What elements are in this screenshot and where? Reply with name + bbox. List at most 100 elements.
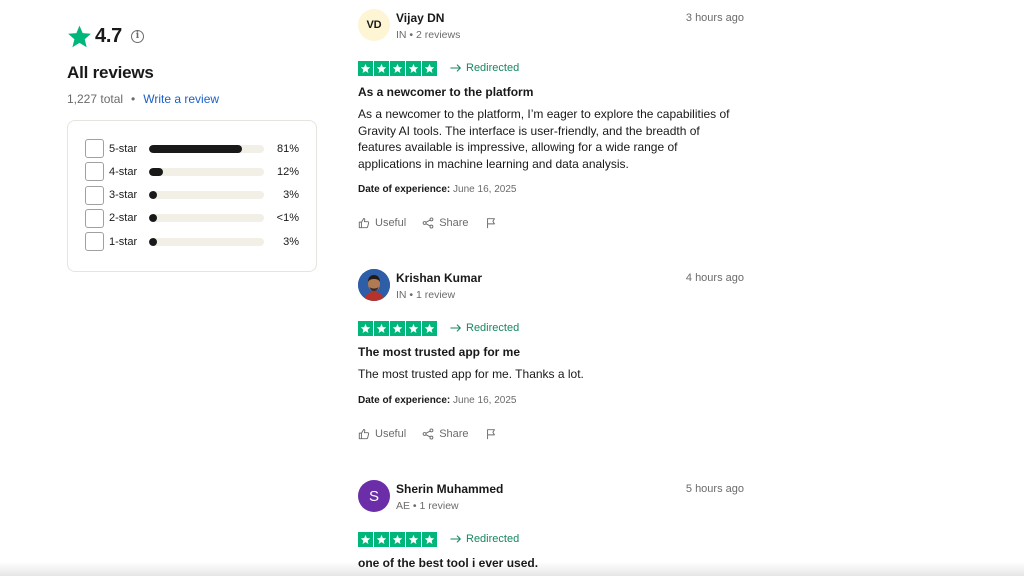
useful-label: Useful [375,427,407,440]
doe-label: Date of experience: [358,184,451,195]
review-time: 5 hours ago [685,483,744,495]
reviewer-name[interactable]: Sherin Muhammed [396,482,503,496]
flag-icon [486,218,495,229]
useful-label: Useful [375,217,407,229]
star-label: 5-star [109,142,138,155]
review-header: VD Vijay DN IN • 2 reviews 3 hours ago [358,9,744,49]
bar-track [149,167,264,176]
share-button[interactable]: Share [422,217,469,229]
rating-star-icon [422,60,437,76]
rating-star-icon [406,60,421,76]
rating-star-icon [374,60,389,76]
separator-dot: • [131,92,136,106]
rating-star-icon [406,320,421,336]
rating-star-icon [390,320,405,336]
rating-star-icon [406,531,421,547]
filter-checkbox-1-star[interactable] [85,232,104,252]
share-button[interactable]: Share [422,427,469,440]
filter-checkbox-4-star[interactable] [85,162,104,182]
share-icon [422,217,434,229]
star-rating [358,531,437,547]
star-percent: 12% [276,165,299,178]
redirect-arrow-icon [450,324,461,332]
score-row: 4.7 i [67,22,319,50]
doe-value: June 16, 2025 [453,394,517,406]
rating-row: Redirected [358,531,744,547]
reviewer-name[interactable]: Vijay DN [396,11,444,25]
review-body: As a newcomer to the platform, I’m eager… [358,107,730,171]
redirected-label[interactable]: Redirected [450,533,519,545]
filter-checkbox-2-star[interactable] [85,208,104,228]
review-time: 3 hours ago [685,12,744,24]
distribution-row-1-star[interactable]: 1-star 3% [85,232,299,252]
filter-checkbox-3-star[interactable] [85,185,104,205]
reviewer-name[interactable]: Krishan Kumar [396,271,482,285]
star-percent: 81% [276,142,299,155]
rating-star-icon [390,60,405,76]
review-card: S Sherin Muhammed AE • 1 review 5 hours … [358,480,744,570]
info-icon[interactable]: i [130,29,144,43]
star-label: 4-star [109,165,138,178]
star-label: 2-star [109,212,138,225]
rating-star-icon [374,320,389,336]
bottom-shadow [0,562,1024,576]
overall-rating: 4.7 [95,24,122,47]
distribution-row-5-star[interactable]: 5-star 81% [85,139,299,158]
rating-star-icon [358,531,373,547]
bar-fill [149,167,163,176]
distribution-row-3-star[interactable]: 3-star 3% [85,185,299,205]
share-icon [422,427,434,440]
write-review-link[interactable]: Write a review [143,92,219,106]
useful-button[interactable]: Useful [358,428,406,440]
report-button[interactable] [485,428,502,440]
avatar[interactable]: VD [358,9,390,41]
avatar[interactable]: S [358,480,390,512]
star-percent: <1% [276,212,299,225]
rating-star-icon [422,531,437,547]
distribution-row-4-star[interactable]: 4-star 12% [85,162,299,182]
star-rating [358,320,437,336]
review-title[interactable]: As a newcomer to the platform [358,85,744,99]
redirect-arrow-icon [450,64,461,72]
flag-icon [486,428,495,439]
rating-star-icon [358,320,373,336]
review-header: S Sherin Muhammed AE • 1 review 5 hours … [358,480,744,520]
star-percent: 3% [283,189,299,202]
review-header: Krishan Kumar IN • 1 review 4 hours ago [358,269,744,309]
share-label: Share [439,427,469,440]
review-title[interactable]: The most trusted app for me [358,345,744,359]
date-of-experience: Date of experience: June 16, 2025 [358,395,744,406]
star-icon [68,25,91,47]
rating-star-icon [390,531,405,547]
redirected-label[interactable]: Redirected [450,62,519,74]
review-body: The most trusted app for me. Thanks a lo… [358,367,584,381]
bar-fill [149,191,158,200]
bar-track [149,237,264,246]
star-percent: 3% [283,235,299,248]
distribution-row-2-star[interactable]: 2-star <1% [85,208,299,228]
report-button[interactable] [485,217,502,229]
doe-value: June 16, 2025 [453,184,517,195]
useful-button[interactable]: Useful [358,217,406,229]
review-actions: Useful Share [358,426,744,442]
thumbs-up-icon [358,428,370,439]
rating-row: Redirected [358,60,744,76]
reviewer-meta: IN • 2 reviews [396,29,461,41]
bar-track [149,191,264,200]
review-time: 4 hours ago [685,272,744,284]
avatar[interactable] [358,269,390,301]
reviews-page: 4.7 i All reviews 1,227 total • Write a … [0,0,1024,576]
rating-distribution-card: 5-star 81% 4-star 12% 3-star 3% 2-star <… [67,120,317,272]
redirect-arrow-icon [450,535,461,543]
star-label: 1-star [109,235,138,248]
bar-fill [149,144,242,153]
filter-checkbox-5-star[interactable] [85,139,104,158]
review-card: VD Vijay DN IN • 2 reviews 3 hours ago R… [358,9,744,231]
rating-star-icon [374,531,389,547]
doe-label: Date of experience: [358,394,451,406]
bar-track [149,214,264,223]
redirected-label[interactable]: Redirected [450,322,519,334]
share-label: Share [439,217,469,229]
redirected-text: Redirected [466,62,520,74]
star-label: 3-star [109,189,138,202]
